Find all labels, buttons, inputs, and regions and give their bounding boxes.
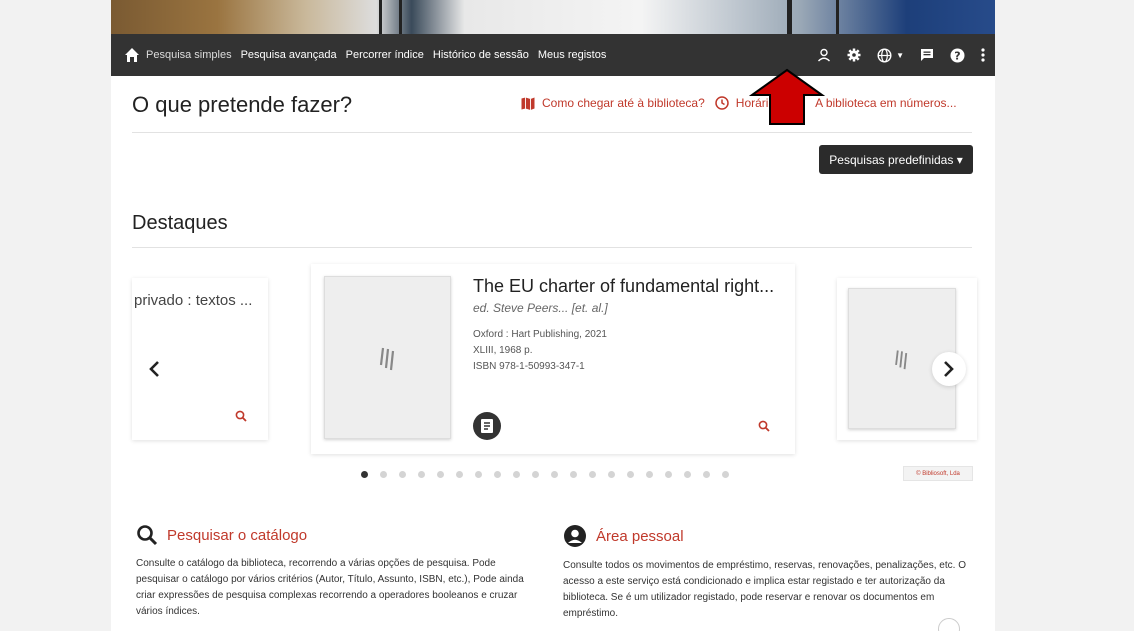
book-placeholder-icon (895, 349, 908, 369)
page-title: O que pretende fazer? (132, 92, 353, 117)
section-text: Consulte todos os movimentos de emprésti… (563, 560, 966, 619)
card-title: privado : textos ... (134, 292, 253, 309)
user-circle-icon (564, 525, 586, 547)
carousel-dot[interactable] (703, 471, 710, 478)
carousel-dot[interactable] (627, 471, 634, 478)
carousel-dot[interactable] (418, 471, 425, 478)
carousel-card-current[interactable]: The EU charter of fundamental right... e… (311, 264, 795, 454)
carousel-dot[interactable] (551, 471, 558, 478)
home-icon[interactable] (124, 47, 140, 63)
search-icon[interactable] (235, 410, 247, 422)
map-icon (521, 97, 535, 110)
carousel-dot[interactable] (608, 471, 615, 478)
section-text: Consulte o catálogo da biblioteca, recor… (136, 558, 524, 617)
carousel-dot[interactable] (361, 471, 368, 478)
book-pages: XLIII, 1968 p. (473, 345, 533, 356)
hero-banner (111, 0, 995, 34)
carousel-dot[interactable] (570, 471, 577, 478)
annotation-arrow-icon (749, 68, 825, 125)
nav-meus-registos[interactable]: Meus registos (538, 49, 606, 61)
carousel-indicators (361, 471, 729, 478)
carousel-dot[interactable] (399, 471, 406, 478)
chevron-left-icon (149, 361, 159, 377)
section-heading[interactable]: Pesquisar o catálogo (136, 524, 541, 546)
book-placeholder-icon (379, 347, 394, 370)
carousel-dot[interactable] (684, 471, 691, 478)
carousel-dot[interactable] (665, 471, 672, 478)
carousel-dot[interactable] (513, 471, 520, 478)
section-personal-area: Área pessoal Consulte todos os movimento… (563, 524, 975, 622)
chevron-right-icon (944, 361, 954, 377)
book-isbn: ISBN 978-1-50993-347-1 (473, 361, 585, 372)
carousel-dot[interactable] (646, 471, 653, 478)
chevron-down-icon: ▼ (896, 50, 904, 60)
copyright-badge[interactable]: © Bibliosoft, Lda (903, 466, 973, 481)
clock-icon (715, 96, 729, 110)
search-icon[interactable] (758, 420, 770, 432)
message-icon[interactable] (920, 48, 934, 62)
carousel-dot[interactable] (475, 471, 482, 478)
quick-link-directions[interactable]: Como chegar até à biblioteca? (521, 96, 705, 110)
carousel-next-button[interactable] (932, 352, 966, 386)
search-icon (137, 525, 158, 546)
more-vertical-icon[interactable] (981, 48, 985, 62)
record-detail-button[interactable] (473, 412, 501, 440)
book-title[interactable]: The EU charter of fundamental right... (473, 276, 774, 297)
help-icon[interactable]: ? (950, 48, 965, 63)
gear-icon[interactable] (847, 48, 861, 62)
globe-icon[interactable] (877, 47, 892, 63)
top-navbar: Pesquisa simples Pesquisa avançada Perco… (111, 34, 995, 76)
carousel-dot[interactable] (494, 471, 501, 478)
quick-links: Como chegar até à biblioteca? Horário A … (521, 96, 967, 110)
quick-link-numbers[interactable]: A biblioteca em números... (815, 96, 956, 110)
carousel-dot[interactable] (456, 471, 463, 478)
nav-pesquisa-simples[interactable]: Pesquisa simples (146, 49, 232, 61)
carousel-prev-button[interactable] (137, 352, 171, 386)
nav-pesquisa-avancada[interactable]: Pesquisa avançada (241, 49, 337, 61)
carousel-dot[interactable] (532, 471, 539, 478)
divider (132, 247, 972, 248)
book-cover-placeholder (324, 276, 451, 439)
section-search-catalog: Pesquisar o catálogo Consulte o catálogo… (136, 524, 541, 620)
book-authors: ed. Steve Peers... [et. al.] (473, 301, 608, 315)
nav-percorrer-indice[interactable]: Percorrer índice (346, 49, 424, 61)
book-publisher: Oxford : Hart Publishing, 2021 (473, 329, 607, 340)
carousel-dot[interactable] (589, 471, 596, 478)
predefined-searches-button[interactable]: Pesquisas predefinidas ▾ (819, 145, 973, 174)
nav-historico-sessao[interactable]: Histórico de sessão (433, 49, 529, 61)
user-icon[interactable] (817, 48, 831, 62)
carousel-dot[interactable] (437, 471, 444, 478)
nav-right-icons: ▼ ? (817, 34, 985, 76)
carousel-dot[interactable] (380, 471, 387, 478)
section-heading[interactable]: Área pessoal (563, 524, 975, 548)
carousel-dot[interactable] (722, 471, 729, 478)
page: Pesquisa simples Pesquisa avançada Perco… (111, 0, 995, 631)
document-icon (481, 419, 493, 433)
divider (132, 132, 972, 133)
svg-text:?: ? (954, 49, 960, 62)
highlights-heading: Destaques (132, 212, 228, 234)
